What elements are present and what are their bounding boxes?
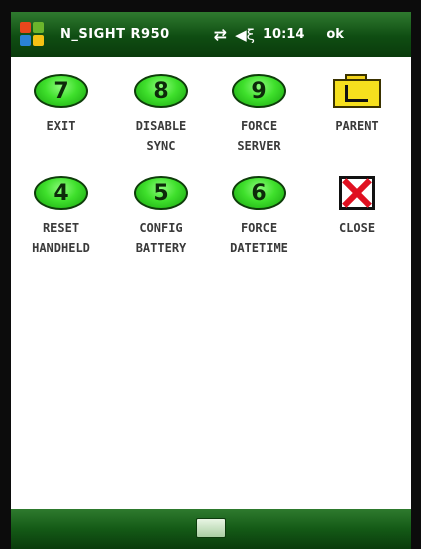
sync-icon[interactable]: ⇄	[214, 25, 227, 44]
device-screen: N_SIGHT R950 ⇄ ◀ξ 10:14 ok 7 EXIT 8 DISA…	[0, 0, 421, 549]
number-button-4[interactable]: 4	[34, 176, 88, 210]
windows-start-icon[interactable]	[20, 21, 46, 48]
close-icon[interactable]	[339, 176, 375, 210]
tile-label: CONFIG BATTERY	[111, 218, 211, 258]
tile-label-line2: DATETIME	[230, 241, 288, 255]
number-button-8[interactable]: 8	[134, 74, 188, 108]
tile-label-line1: CONFIG	[139, 221, 183, 235]
tile-label: FORCE SERVER	[209, 116, 309, 156]
reset-handheld-tile[interactable]: 4 RESET HANDHELD	[11, 176, 111, 258]
force-datetime-tile[interactable]: 6 FORCE DATETIME	[209, 176, 309, 258]
tile-label-line1: EXIT	[46, 119, 76, 133]
tile-label-line2: BATTERY	[135, 241, 187, 255]
tile-label: RESET HANDHELD	[11, 218, 111, 258]
tile-label-line1: FORCE	[240, 221, 278, 235]
config-battery-tile[interactable]: 5 CONFIG BATTERY	[111, 176, 211, 258]
title-bar: N_SIGHT R950 ⇄ ◀ξ 10:14 ok	[11, 12, 411, 57]
tile-label-line2: SERVER	[237, 139, 281, 153]
parent-tile[interactable]: PARENT	[307, 74, 407, 136]
tile-label-line2: HANDHELD	[32, 241, 90, 255]
app-title: N_SIGHT R950	[60, 27, 170, 42]
tile-label: CLOSE	[307, 218, 407, 238]
tile-label-line1: PARENT	[335, 119, 379, 133]
exit-tile[interactable]: 7 EXIT	[11, 74, 111, 136]
clock[interactable]: 10:14	[263, 27, 304, 42]
force-server-tile[interactable]: 9 FORCE SERVER	[209, 74, 309, 156]
tile-label-line1: FORCE	[240, 119, 278, 133]
ok-button[interactable]: ok	[326, 27, 344, 42]
volume-icon[interactable]: ◀ξ	[235, 26, 255, 44]
number-button-7[interactable]: 7	[34, 74, 88, 108]
close-tile[interactable]: CLOSE	[307, 176, 407, 238]
folder-up-icon[interactable]	[333, 74, 381, 108]
tile-label-line1: RESET	[42, 221, 80, 235]
number-button-9[interactable]: 9	[232, 74, 286, 108]
keyboard-icon[interactable]	[196, 518, 226, 538]
tile-label-line2: SYNC	[146, 139, 176, 153]
tile-label: PARENT	[307, 116, 407, 136]
tile-label: EXIT	[11, 116, 111, 136]
tile-label: DISABLE SYNC	[111, 116, 211, 156]
number-button-6[interactable]: 6	[232, 176, 286, 210]
number-button-5[interactable]: 5	[134, 176, 188, 210]
menu-bar	[11, 509, 411, 549]
tile-label: FORCE DATETIME	[209, 218, 309, 258]
disable-sync-tile[interactable]: 8 DISABLE SYNC	[111, 74, 211, 156]
tile-label-line1: DISABLE	[135, 119, 187, 133]
tile-label-line1: CLOSE	[338, 221, 376, 235]
